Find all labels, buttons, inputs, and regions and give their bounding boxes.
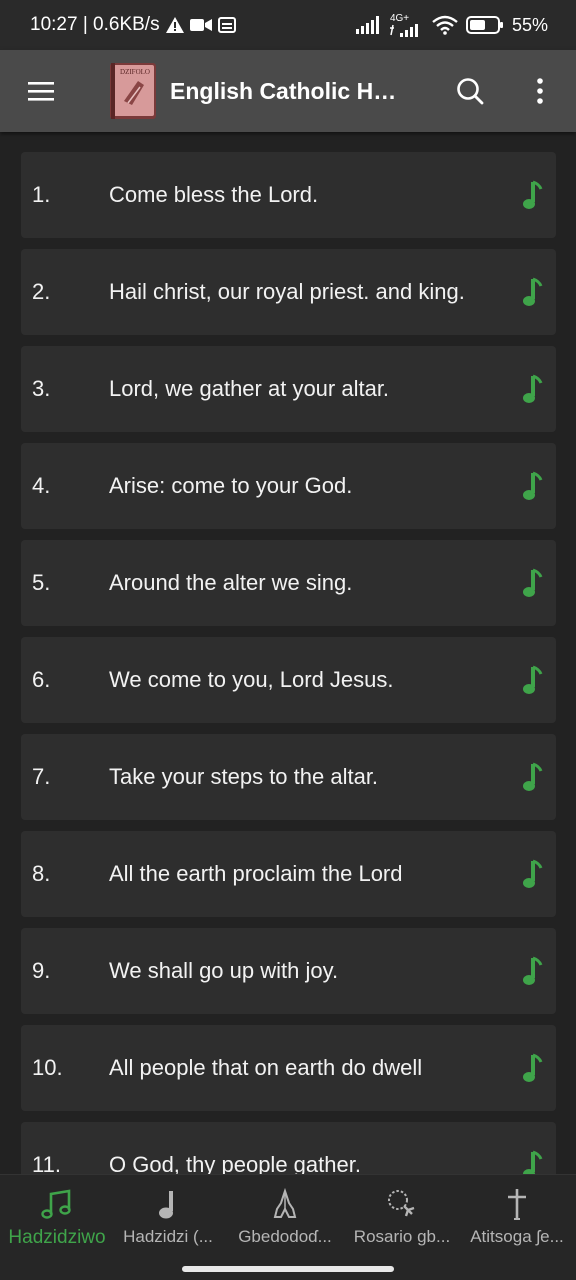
hymn-row[interactable]: 1. Come bless the Lord. <box>21 152 556 238</box>
hymn-title: We shall go up with joy. <box>109 958 339 983</box>
praying-hands-icon <box>271 1187 299 1221</box>
hymn-row[interactable]: 10. All people that on earth do dwell <box>21 1025 556 1111</box>
video-camera-icon <box>189 18 212 32</box>
nav-label: Gbedodoɗ... <box>238 1227 332 1246</box>
nav-item[interactable]: Gbedodoɗ... <box>228 1175 342 1255</box>
hymn-row[interactable]: 6. We come to you, Lord Jesus. <box>21 637 556 723</box>
hymn-number: 5. <box>32 570 51 595</box>
signal-icon-2 <box>389 23 418 37</box>
hymn-number: 1. <box>32 182 51 207</box>
hymn-number: 11. <box>32 1152 61 1174</box>
music-note-icon[interactable] <box>521 180 545 210</box>
app-logo: DZIFOLO <box>110 63 156 119</box>
music-note-icon[interactable] <box>521 374 545 404</box>
music-note-icon[interactable] <box>521 859 545 889</box>
music-note-icon[interactable] <box>521 762 545 792</box>
music-note-icon[interactable] <box>521 471 545 501</box>
hymn-title: O God, thy people gather. <box>109 1152 361 1174</box>
rosary-icon <box>386 1187 418 1221</box>
app-title: English Catholic Hy... <box>170 77 402 104</box>
hymn-number: 4. <box>32 473 51 498</box>
hymn-number: 2. <box>32 279 51 304</box>
hymn-row[interactable]: 7. Take your steps to the altar. <box>21 734 556 820</box>
wifi-icon <box>432 15 458 35</box>
hymn-row[interactable]: 8. All the earth proclaim the Lord <box>21 831 556 917</box>
hymn-row[interactable]: 4. Arise: come to your God. <box>21 443 556 529</box>
network-type-label: 4G+ <box>389 12 410 24</box>
music-note-icon[interactable] <box>521 1053 545 1083</box>
hymn-title: Lord, we gather at your altar. <box>109 376 390 401</box>
hymn-title: Come bless the Lord. <box>109 182 319 207</box>
hymn-number: 3. <box>32 376 51 401</box>
music-note-icon[interactable] <box>521 568 545 598</box>
hymn-number: 6. <box>32 667 51 692</box>
mobile-data-indicator: 4G+ <box>389 12 424 37</box>
hymn-title: Take your steps to the altar. <box>109 764 379 789</box>
music-note-icon[interactable] <box>521 277 545 307</box>
hymn-row[interactable]: 11. O God, thy people gather. <box>21 1122 556 1174</box>
status-bar: 10:27 | 0.6KB/s 4G+ 55% <box>0 0 576 50</box>
music-note-icon <box>157 1187 179 1221</box>
hymn-title: All people that on earth do dwell <box>109 1055 423 1080</box>
hymn-title: All the earth proclaim the Lord <box>109 861 403 886</box>
hymn-row[interactable]: 3. Lord, we gather at your altar. <box>21 346 556 432</box>
hamburger-icon <box>28 82 54 101</box>
warning-icon <box>165 17 184 33</box>
status-time-speed: 10:27 | 0.6KB/s <box>30 14 160 35</box>
search-button[interactable] <box>446 67 494 115</box>
hymn-number: 10. <box>32 1055 63 1080</box>
more-vert-icon <box>537 78 543 104</box>
hymn-title: We come to you, Lord Jesus. <box>109 667 394 692</box>
music-note-icon[interactable] <box>521 1150 545 1174</box>
battery-icon <box>465 15 504 35</box>
hymn-title: Arise: come to your God. <box>109 473 353 498</box>
hymn-row[interactable]: 2. Hail christ, our royal priest. and kin… <box>21 249 556 335</box>
app-bar: DZIFOLO English Catholic Hy... <box>0 50 576 132</box>
calendar-icon <box>217 17 236 33</box>
hymn-list[interactable]: 1. Come bless the Lord. 2. Hail christ, our… <box>0 132 576 1174</box>
nav-item[interactable]: Hadzidzi (... <box>111 1175 225 1255</box>
hymn-row[interactable]: 5. Around the alter we sing. <box>21 540 556 626</box>
nav-label: Rosario gb... <box>353 1227 451 1246</box>
menu-button[interactable] <box>0 50 82 132</box>
nav-item[interactable]: Hadzidziwo <box>0 1175 114 1255</box>
hymn-number: 7. <box>32 764 51 789</box>
hymn-row[interactable]: 9. We shall go up with joy. <box>21 928 556 1014</box>
hymn-number: 9. <box>32 958 51 983</box>
nav-label: Hadzidziwo <box>8 1227 106 1248</box>
nav-item[interactable]: Rosario gb... <box>345 1175 459 1255</box>
nav-label: Hadzidzi (... <box>123 1227 213 1246</box>
more-options-button[interactable] <box>516 67 564 115</box>
home-indicator[interactable] <box>182 1266 394 1272</box>
music-note-icon[interactable] <box>521 665 545 695</box>
cross-icon <box>504 1187 530 1221</box>
search-icon <box>457 78 484 105</box>
nav-item[interactable]: Atitsoga ʃe... <box>460 1175 574 1255</box>
battery-percent: 55% <box>511 14 548 35</box>
music-notes-icon <box>41 1187 73 1221</box>
nav-label: Atitsoga ʃe... <box>470 1227 564 1246</box>
hymn-number: 8. <box>32 861 51 886</box>
hymn-title: Around the alter we sing. <box>109 570 353 595</box>
hymn-title: Hail christ, our royal priest. and king. <box>109 279 465 304</box>
signal-icon <box>355 16 382 34</box>
music-note-icon[interactable] <box>521 956 545 986</box>
logo-text: DZIFOLO <box>120 68 150 76</box>
bottom-nav: Hadzidziwo Hadzidzi (... Gbedodoɗ... Rosari… <box>0 1174 576 1280</box>
